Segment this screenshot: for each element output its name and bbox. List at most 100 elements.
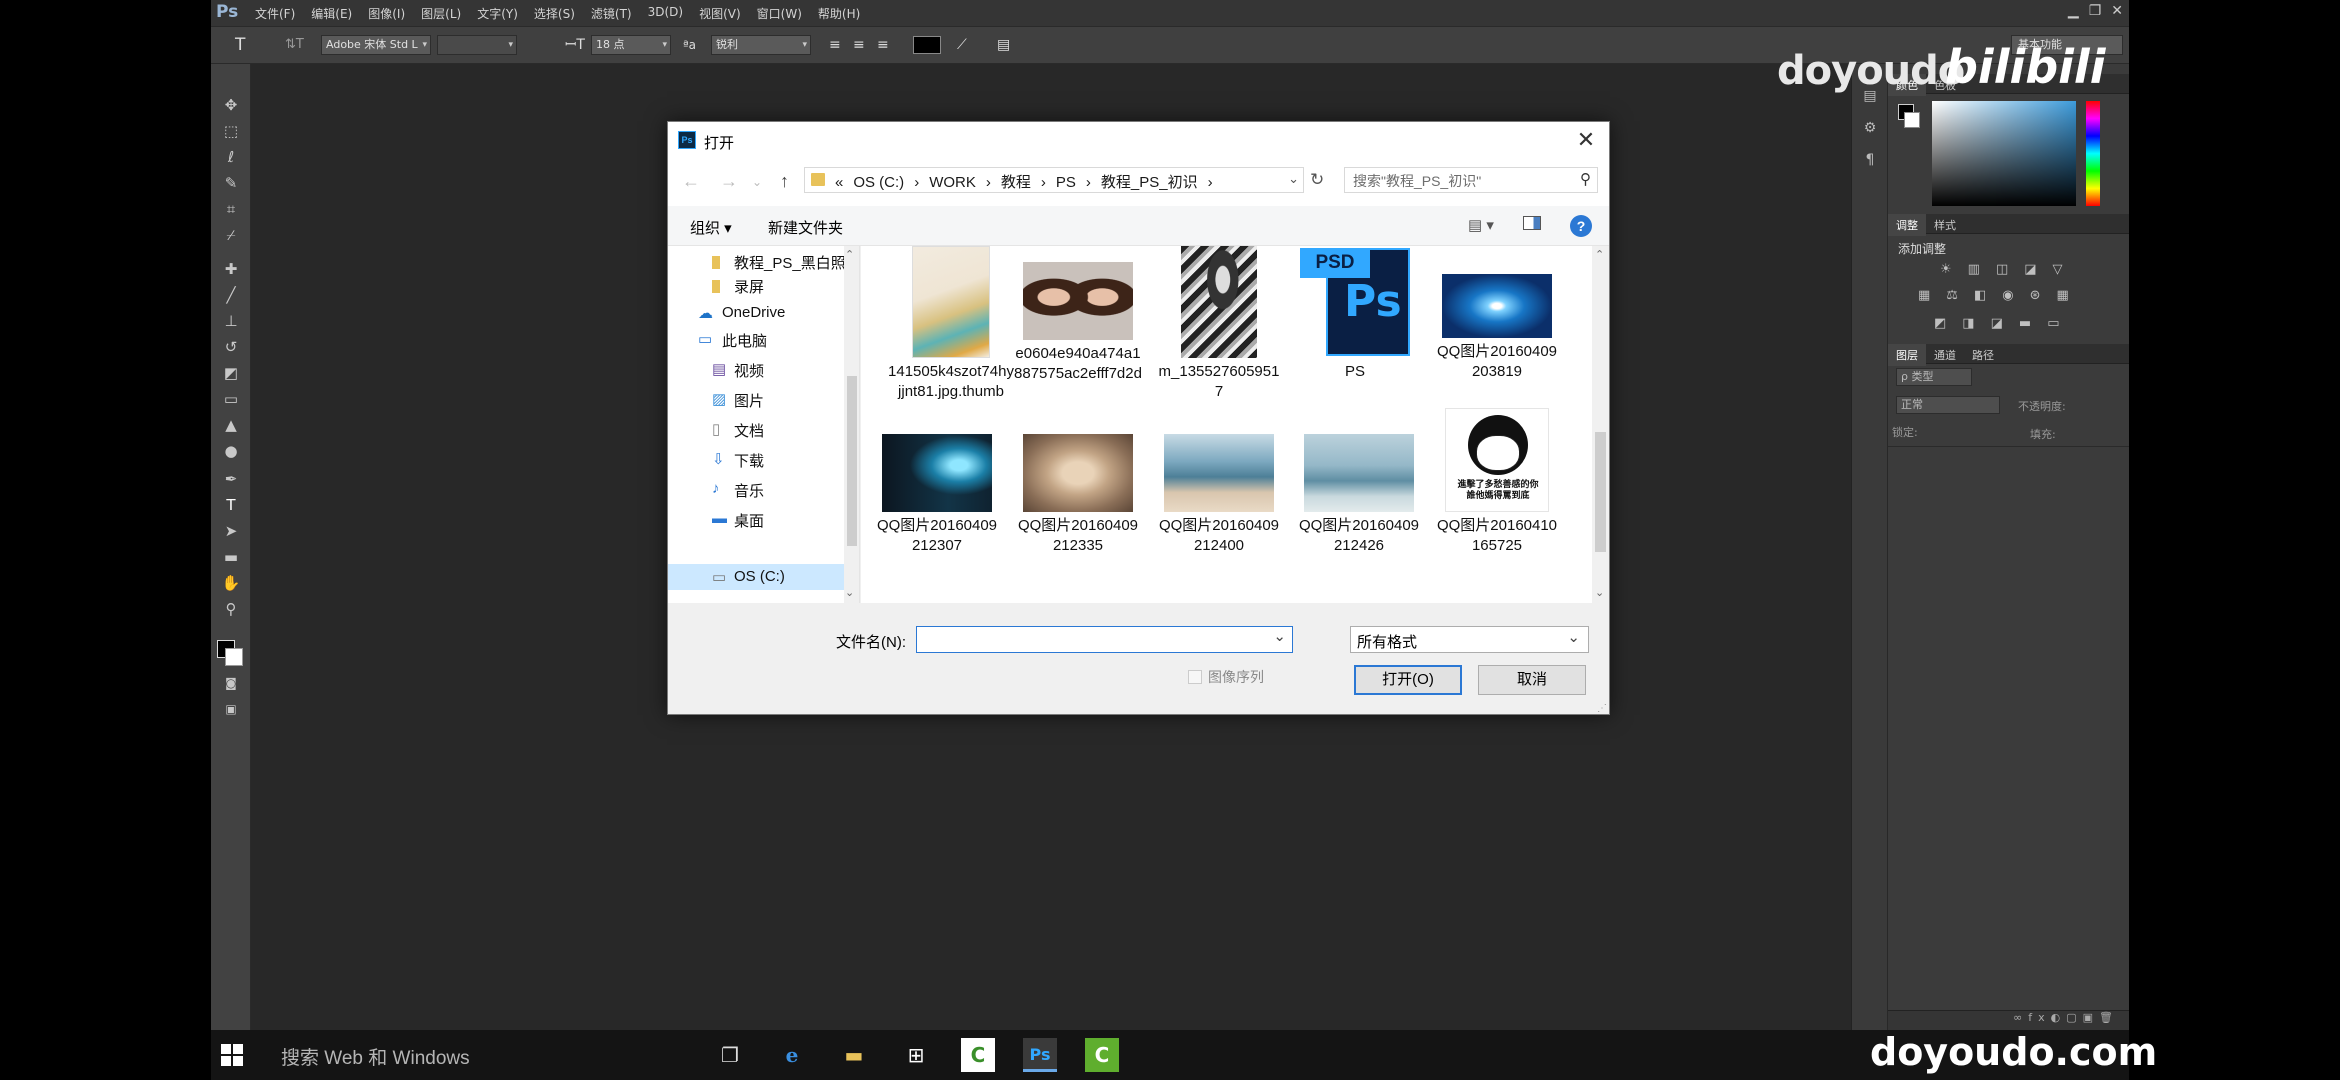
lasso-tool-icon[interactable]: ℓ: [220, 146, 242, 168]
close-icon[interactable]: ✕: [2111, 3, 2123, 19]
file-explorer-icon[interactable]: ▬: [837, 1038, 871, 1072]
threshold-icon[interactable]: ◪: [1991, 316, 2003, 331]
menu-edit[interactable]: 编辑(E): [311, 5, 352, 22]
file-item[interactable]: QQ图片20160409212307: [873, 434, 1001, 556]
tab-channels[interactable]: 通道: [1926, 344, 1964, 366]
breadcrumb-sep[interactable]: ›: [986, 174, 991, 191]
breadcrumb-sep[interactable]: ›: [1041, 174, 1046, 191]
layer-kind-filter[interactable]: ρ 类型: [1896, 368, 1972, 386]
file-item[interactable]: QQ图片20160409203819: [1433, 246, 1561, 382]
background-color-swatch[interactable]: [225, 648, 243, 666]
breadcrumb-tutorial[interactable]: 教程: [1001, 174, 1031, 191]
menu-3d[interactable]: 3D(D): [648, 5, 683, 22]
menu-help[interactable]: 帮助(H): [818, 5, 860, 22]
breadcrumb-sep[interactable]: ›: [1086, 174, 1091, 191]
panel-background-swatch[interactable]: [1904, 112, 1920, 128]
file-item[interactable]: QQ图片20160409212400: [1155, 434, 1283, 556]
cancel-button[interactable]: 取消: [1478, 665, 1586, 695]
breadcrumb-current[interactable]: 教程_PS_初识: [1101, 174, 1198, 191]
nav-item-desktop[interactable]: 桌面: [734, 510, 764, 531]
nav-item-onedrive[interactable]: OneDrive: [722, 304, 785, 321]
dodge-tool-icon[interactable]: ●: [220, 440, 242, 462]
nav-item-downloads[interactable]: 下载: [734, 450, 764, 471]
font-family-select[interactable]: Adobe 宋体 Std L: [321, 35, 431, 55]
file-scrollbar-thumb[interactable]: [1595, 432, 1606, 552]
properties-panel-icon[interactable]: ⚙: [1860, 120, 1880, 140]
font-style-select[interactable]: [437, 35, 517, 55]
align-right-icon[interactable]: ≡: [877, 34, 889, 56]
file-item[interactable]: 141505k4szot74hyjjnt81.jpg.thumb: [887, 246, 1015, 402]
healing-tool-icon[interactable]: ✚: [220, 258, 242, 280]
nav-item-folder-recording[interactable]: 录屏: [734, 276, 764, 297]
file-item[interactable]: QQ图片20160409212335: [1014, 434, 1142, 556]
open-button[interactable]: 打开(O): [1354, 665, 1462, 695]
address-dropdown-icon[interactable]: ⌄: [1288, 171, 1299, 187]
brightness-icon[interactable]: ☀: [1940, 262, 1952, 277]
menu-image[interactable]: 图像(I): [368, 5, 405, 22]
view-options-icon[interactable]: ▤ ▾: [1468, 216, 1494, 234]
history-brush-icon[interactable]: ↺: [220, 336, 242, 358]
forward-icon[interactable]: →: [720, 171, 738, 192]
breadcrumb-sep[interactable]: ›: [914, 174, 919, 191]
align-left-icon[interactable]: ≡: [829, 34, 841, 56]
character-panel-icon[interactable]: ¶: [1860, 152, 1880, 172]
selective-color-icon[interactable]: ▭: [2047, 316, 2059, 331]
color-lookup-icon[interactable]: ▦: [2057, 288, 2069, 303]
nav-item-os-c[interactable]: OS (C:): [734, 568, 785, 585]
brush-tool-icon[interactable]: ╱: [220, 284, 242, 306]
warp-text-icon[interactable]: ⟋: [957, 34, 967, 56]
blur-tool-icon[interactable]: ▲: [220, 414, 242, 436]
hue-slider[interactable]: [2086, 101, 2100, 206]
organize-button[interactable]: 组织 ▾: [690, 217, 732, 238]
color-balance-icon[interactable]: ⚖: [1946, 288, 1958, 303]
tab-paths[interactable]: 路径: [1964, 344, 2002, 366]
camtasia-recorder-icon[interactable]: C: [1085, 1038, 1119, 1072]
breadcrumb-work[interactable]: WORK: [929, 174, 976, 191]
restore-icon[interactable]: ❐: [2089, 3, 2102, 19]
menu-filter[interactable]: 滤镜(T): [591, 5, 632, 22]
camtasia-icon[interactable]: C: [961, 1038, 995, 1072]
blend-mode-select[interactable]: 正常: [1896, 396, 2000, 414]
nav-item-folder-bw[interactable]: 教程_PS_黑白照: [734, 252, 846, 273]
exposure-icon[interactable]: ◪: [2024, 262, 2036, 277]
windows-start-icon[interactable]: [221, 1044, 243, 1070]
crop-tool-icon[interactable]: ⌗: [220, 198, 242, 220]
path-select-tool-icon[interactable]: ➤: [220, 520, 242, 542]
nav-item-videos[interactable]: 视频: [734, 360, 764, 381]
file-type-select[interactable]: 所有格式: [1350, 626, 1589, 653]
tab-adjustments[interactable]: 调整: [1888, 214, 1926, 236]
channel-mixer-icon[interactable]: ⊛: [2030, 288, 2041, 303]
align-center-icon[interactable]: ≡: [853, 34, 865, 56]
font-size-select[interactable]: 18 点: [591, 35, 671, 55]
antialias-select[interactable]: 锐利: [711, 35, 811, 55]
file-item[interactable]: 進擊了多愁善感的你 誰他媽得罵到底 QQ图片20160410165725: [1433, 408, 1561, 556]
character-panel-icon[interactable]: ▤: [997, 34, 1010, 56]
orientation-icon[interactable]: ⇅T: [285, 34, 304, 56]
help-icon[interactable]: ?: [1570, 215, 1592, 237]
hand-tool-icon[interactable]: ✋: [220, 572, 242, 594]
edge-icon[interactable]: e: [775, 1038, 809, 1072]
type-tool-icon[interactable]: T: [235, 34, 245, 56]
stamp-tool-icon[interactable]: ⊥: [220, 310, 242, 332]
bw-icon[interactable]: ◧: [1974, 288, 1986, 303]
color-field[interactable]: [1932, 101, 2076, 206]
file-item[interactable]: e0604e940a474a1887575ac2efff7d2d: [1014, 246, 1142, 384]
curves-icon[interactable]: ◫: [1996, 262, 2008, 277]
refresh-icon[interactable]: ↻: [1310, 170, 1324, 190]
file-item[interactable]: m_1355276059517: [1155, 246, 1283, 402]
menu-select[interactable]: 选择(S): [534, 5, 575, 22]
file-item[interactable]: PSD Ps PS: [1291, 246, 1419, 382]
nav-item-pictures[interactable]: 图片: [734, 390, 764, 411]
hue-sat-icon[interactable]: ▦: [1918, 288, 1930, 303]
photo-filter-icon[interactable]: ◉: [2002, 288, 2013, 303]
address-bar[interactable]: « OS (C:) › WORK › 教程 › PS › 教程_PS_初识 › ⌄: [804, 167, 1304, 193]
quick-select-tool-icon[interactable]: ✎: [220, 172, 242, 194]
levels-icon[interactable]: ▥: [1968, 262, 1980, 277]
photoshop-taskbar-icon[interactable]: Ps: [1023, 1038, 1057, 1072]
new-folder-button[interactable]: 新建文件夹: [768, 217, 843, 238]
gradient-tool-icon[interactable]: ▭: [220, 388, 242, 410]
back-icon[interactable]: ←: [682, 171, 700, 192]
dialog-close-icon[interactable]: ✕: [1571, 127, 1601, 153]
task-view-icon[interactable]: ❐: [713, 1038, 747, 1072]
nav-item-documents[interactable]: 文档: [734, 420, 764, 441]
